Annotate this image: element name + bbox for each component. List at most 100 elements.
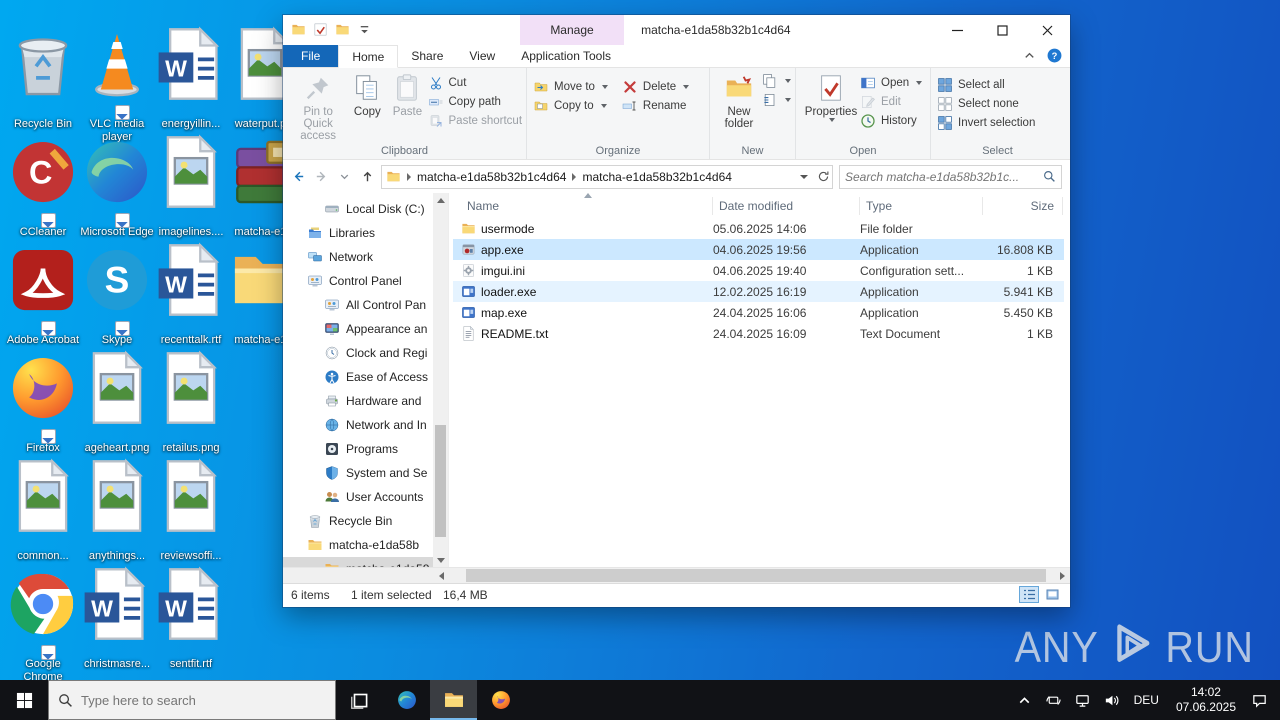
taskbar-explorer-button[interactable] xyxy=(430,680,477,720)
easy-access-button[interactable] xyxy=(762,92,791,108)
forward-button[interactable] xyxy=(314,169,329,184)
breadcrumb-segment[interactable]: matcha-e1da58b32b1c4d64 xyxy=(582,170,731,184)
tab-view[interactable]: View xyxy=(456,45,508,67)
folder-icon[interactable] xyxy=(335,22,350,37)
desktop-icon[interactable]: W energyillin... xyxy=(154,10,228,118)
nav-item[interactable]: Network xyxy=(283,245,448,269)
desktop-icon[interactable]: common... xyxy=(6,442,80,550)
taskbar-edge-button[interactable] xyxy=(383,680,430,720)
search-input[interactable] xyxy=(845,170,1043,184)
nav-item[interactable]: Control Panel xyxy=(283,269,448,293)
desktop-icon[interactable]: C CCleaner xyxy=(6,118,80,226)
nav-item[interactable]: matcha-e1da58b xyxy=(283,533,448,557)
tab-file[interactable]: File xyxy=(283,45,338,67)
refresh-icon[interactable] xyxy=(817,170,830,183)
column-header-modified[interactable]: Date modified xyxy=(713,197,860,215)
select-none-button[interactable]: Select none xyxy=(937,96,1035,112)
back-button[interactable] xyxy=(291,169,306,184)
move-to-button[interactable]: Move to xyxy=(533,79,608,95)
tab-home[interactable]: Home xyxy=(338,45,398,68)
taskbar-search[interactable] xyxy=(48,680,336,720)
properties-check-icon[interactable] xyxy=(313,22,328,37)
column-header-name[interactable]: Name xyxy=(449,197,713,215)
collapse-ribbon-chevron-icon[interactable] xyxy=(1022,48,1037,63)
large-icons-view-button[interactable] xyxy=(1042,586,1062,603)
nav-item[interactable]: Appearance an xyxy=(283,317,448,341)
nav-item[interactable]: Recycle Bin xyxy=(283,509,448,533)
new-folder-button[interactable]: New folder xyxy=(716,71,762,130)
desktop-icon[interactable]: Adobe Acrobat xyxy=(6,226,80,334)
desktop-icon[interactable]: W christmasre... xyxy=(80,550,154,658)
desktop-icon[interactable]: imagelines.... xyxy=(154,118,228,226)
taskbar-search-input[interactable] xyxy=(81,693,326,708)
hidden-icons-chevron-icon[interactable] xyxy=(1010,680,1039,720)
desktop-icon[interactable]: W sentfit.rtf xyxy=(154,550,228,658)
desktop-icon[interactable]: Recycle Bin xyxy=(6,10,80,118)
nav-item[interactable]: Clock and Regi xyxy=(283,341,448,365)
column-header-type[interactable]: Type xyxy=(860,197,983,215)
new-item-button[interactable] xyxy=(762,73,791,89)
close-button[interactable] xyxy=(1025,15,1070,45)
desktop-icon[interactable]: anythings... xyxy=(80,442,154,550)
scroll-up-icon[interactable] xyxy=(433,193,448,207)
details-view-button[interactable] xyxy=(1019,586,1039,603)
desktop-icon[interactable]: ageheart.png xyxy=(80,334,154,442)
scroll-left-icon[interactable] xyxy=(433,568,449,583)
rename-button[interactable]: Rename xyxy=(622,98,689,114)
action-center-icon[interactable] xyxy=(1245,680,1274,720)
file-row[interactable]: app.exe 04.06.2025 19:56 Application 16.… xyxy=(453,239,1064,260)
keyboard-language[interactable]: DEU xyxy=(1126,693,1167,707)
column-header-size[interactable]: Size xyxy=(983,197,1063,215)
taskbar-clock[interactable]: 14:02 07.06.2025 xyxy=(1167,685,1245,715)
desktop-icon[interactable]: VLC media player xyxy=(80,10,154,118)
maximize-button[interactable] xyxy=(980,15,1025,45)
breadcrumb[interactable]: matcha-e1da58b32b1c4d64 matcha-e1da58b32… xyxy=(381,165,833,189)
minimize-button[interactable] xyxy=(935,15,980,45)
desktop-icon[interactable]: Firefox xyxy=(6,334,80,442)
nav-item[interactable]: matcha-e1da58 xyxy=(283,557,448,567)
recent-locations-chevron-icon[interactable] xyxy=(337,169,352,184)
search-box[interactable] xyxy=(839,165,1062,189)
nav-item[interactable]: Local Disk (C:) xyxy=(283,197,448,221)
customize-toolbar-chevron-icon[interactable] xyxy=(357,22,372,37)
horizontal-scrollbar-thumb[interactable] xyxy=(466,569,1046,582)
nav-item[interactable]: User Accounts xyxy=(283,485,448,509)
desktop-icon[interactable]: W recenttalk.rtf xyxy=(154,226,228,334)
open-button[interactable]: Open xyxy=(860,75,922,91)
task-view-button[interactable] xyxy=(336,680,383,720)
pin-to-quick-access-button[interactable]: Pin to Quick access xyxy=(289,71,347,142)
tab-application-tools[interactable]: Application Tools xyxy=(508,45,624,67)
start-button[interactable] xyxy=(0,680,48,720)
file-row[interactable]: imgui.ini 04.06.2025 19:40 Configuration… xyxy=(453,260,1064,281)
nav-item[interactable]: System and Se xyxy=(283,461,448,485)
edit-button[interactable]: Edit xyxy=(860,94,922,110)
nav-item[interactable]: All Control Pan xyxy=(283,293,448,317)
up-button[interactable] xyxy=(360,169,375,184)
delete-button[interactable]: Delete xyxy=(622,79,689,95)
file-row[interactable]: loader.exe 12.02.2025 16:19 Application … xyxy=(453,281,1064,302)
scroll-right-icon[interactable] xyxy=(1054,568,1070,583)
nav-item[interactable]: Ease of Access xyxy=(283,365,448,389)
history-button[interactable]: History xyxy=(860,113,922,129)
paste-button[interactable]: Paste xyxy=(387,71,427,118)
tab-share[interactable]: Share xyxy=(398,45,456,67)
desktop-icon[interactable]: Microsoft Edge xyxy=(80,118,154,226)
nav-scrollbar-thumb[interactable] xyxy=(435,425,446,537)
taskbar-firefox-button[interactable] xyxy=(477,680,524,720)
address-dropdown-icon[interactable] xyxy=(800,175,808,179)
nav-item[interactable]: Hardware and xyxy=(283,389,448,413)
nav-item[interactable]: Network and In xyxy=(283,413,448,437)
file-row[interactable]: map.exe 24.04.2025 16:06 Application 5.4… xyxy=(453,302,1064,323)
help-icon[interactable]: ? xyxy=(1047,48,1062,63)
invert-selection-button[interactable]: Invert selection xyxy=(937,115,1035,131)
copy-to-button[interactable]: Copy to xyxy=(533,98,608,114)
cut-button[interactable]: Cut xyxy=(428,75,523,91)
volume-icon[interactable] xyxy=(1097,680,1126,720)
select-all-button[interactable]: Select all xyxy=(937,77,1035,93)
folder-icon[interactable] xyxy=(291,22,306,37)
vm-sync-icon[interactable] xyxy=(1039,680,1068,720)
nav-item[interactable]: Libraries xyxy=(283,221,448,245)
copy-button[interactable]: Copy xyxy=(347,71,387,118)
network-icon[interactable] xyxy=(1068,680,1097,720)
paste-shortcut-button[interactable]: Paste shortcut xyxy=(428,113,523,129)
